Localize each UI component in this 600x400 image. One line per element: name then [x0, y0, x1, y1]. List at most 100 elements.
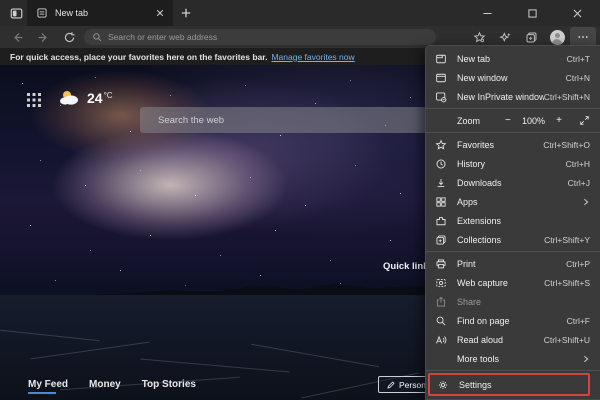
browser-window: New tab: [0, 0, 600, 400]
collections-button[interactable]: [518, 27, 544, 47]
pencil-icon: [387, 381, 395, 389]
submenu-arrow-icon: [582, 355, 590, 363]
address-input[interactable]: [108, 32, 428, 42]
menu-item-shortcut: Ctrl+H: [566, 159, 590, 169]
zoom-value: 100%: [522, 116, 545, 126]
newtab-search-input[interactable]: [158, 115, 421, 126]
menu-item-shortcut: Ctrl+Shift+U: [544, 335, 590, 345]
menu-item-apps[interactable]: Apps: [426, 192, 600, 211]
menu-item-history[interactable]: HistoryCtrl+H: [426, 154, 600, 173]
temperature-value: 24: [87, 88, 103, 108]
share-icon: [434, 295, 448, 309]
menu-item-favorites[interactable]: FavoritesCtrl+Shift+O: [426, 135, 600, 154]
menu-item-label: Collections: [457, 235, 544, 245]
feed-tab-top-stories[interactable]: Top Stories: [142, 379, 196, 394]
collections-stack-icon: [525, 31, 538, 44]
menu-item-shortcut: Ctrl+Shift+O: [543, 140, 590, 150]
menu-item-share: Share: [426, 292, 600, 311]
tab-actions-button[interactable]: [5, 0, 27, 26]
temperature-unit: °C: [104, 91, 113, 100]
print-icon: [434, 257, 448, 271]
menu-item-label: Apps: [457, 197, 582, 207]
settings-and-more-button[interactable]: [570, 27, 596, 47]
menu-item-label: New InPrivate window: [457, 92, 544, 102]
menu-item-read-aloud[interactable]: Read aloudCtrl+Shift+U: [426, 330, 600, 349]
favorites-bar-message: For quick access, place your favorites h…: [10, 52, 267, 62]
favorites-star-icon: [434, 138, 448, 152]
menu-item-new-inprivate-window[interactable]: New InPrivate windowCtrl+Shift+N: [426, 87, 600, 106]
menu-item-collections[interactable]: CollectionsCtrl+Shift+Y: [426, 230, 600, 249]
app-launcher-button[interactable]: [27, 93, 41, 107]
menu-item-label: New window: [457, 73, 566, 83]
menu-item-label: Settings: [459, 380, 578, 390]
menu-item-more-tools[interactable]: More tools: [426, 349, 600, 368]
menu-item-shortcut: Ctrl+Shift+S: [544, 278, 590, 288]
history-icon: [434, 157, 448, 171]
feed-tabs: My Feed Money Top Stories: [28, 379, 196, 394]
tab-new-tab[interactable]: New tab: [27, 0, 173, 26]
menu-item-label: Favorites: [457, 140, 543, 150]
manage-favorites-link[interactable]: Manage favorites now: [271, 52, 354, 62]
menu-separator: [426, 132, 600, 133]
settings-and-more-menu: New tabCtrl+TNew windowCtrl+NNew InPriva…: [425, 45, 600, 400]
favorites-button[interactable]: [466, 27, 492, 47]
menu-item-downloads[interactable]: DownloadsCtrl+J: [426, 173, 600, 192]
new-tab-button[interactable]: [176, 4, 196, 22]
shopping-button[interactable]: [492, 27, 518, 47]
extensions-icon: [434, 214, 448, 228]
weather-widget[interactable]: 24 °C: [58, 88, 113, 108]
back-button[interactable]: [4, 26, 30, 48]
find-icon: [434, 314, 448, 328]
profile-button[interactable]: [544, 27, 570, 47]
favorites-star-gear-icon: [473, 31, 486, 44]
feed-tab-money[interactable]: Money: [89, 379, 121, 394]
annotation-highlight-box: Settings: [428, 373, 590, 396]
forward-button[interactable]: [30, 26, 56, 48]
newtab-search-box[interactable]: [140, 107, 450, 133]
menu-item-label: Share: [457, 297, 590, 307]
menu-item-label: More tools: [457, 354, 582, 364]
starfield: [0, 65, 1, 66]
settings-gear-icon: [436, 378, 450, 392]
collections-icon: [434, 233, 448, 247]
menu-item-new-window[interactable]: New windowCtrl+N: [426, 68, 600, 87]
grid-icon: [27, 93, 41, 107]
inprivate-icon: [434, 90, 448, 104]
menu-item-settings[interactable]: Settings: [430, 375, 588, 394]
zoom-in-button[interactable]: +: [552, 115, 566, 126]
search-icon: [92, 32, 102, 42]
refresh-button[interactable]: [56, 26, 82, 48]
address-bar[interactable]: [84, 29, 436, 45]
menu-item-label: History: [457, 159, 566, 169]
new-tab-icon: [434, 52, 448, 66]
minimize-button[interactable]: [465, 0, 510, 26]
menu-item-find-on-page[interactable]: Find on pageCtrl+F: [426, 311, 600, 330]
partly-cloudy-icon: [58, 88, 82, 108]
menu-separator: [426, 251, 600, 252]
web-capture-icon: [434, 276, 448, 290]
menu-item-label: Extensions: [457, 216, 590, 226]
menu-item-label: Web capture: [457, 278, 544, 288]
menu-item-web-capture[interactable]: Web captureCtrl+Shift+S: [426, 273, 600, 292]
tab-close-button[interactable]: [153, 6, 167, 20]
maximize-button[interactable]: [510, 0, 555, 26]
new-window-icon: [434, 71, 448, 85]
menu-item-extensions[interactable]: Extensions: [426, 211, 600, 230]
zoom-out-button[interactable]: −: [501, 115, 515, 126]
menu-item-shortcut: Ctrl+T: [567, 54, 590, 64]
menu-item-shortcut: Ctrl+N: [566, 73, 590, 83]
menu-item-label: Print: [457, 259, 566, 269]
menu-item-shortcut: Ctrl+Shift+N: [544, 92, 590, 102]
menu-item-zoom[interactable]: Zoom−100%+: [426, 111, 600, 130]
menu-item-print[interactable]: PrintCtrl+P: [426, 254, 600, 273]
fullscreen-icon[interactable]: [579, 115, 590, 126]
apps-icon: [434, 195, 448, 209]
menu-item-label: Downloads: [457, 178, 568, 188]
feed-tab-my-feed[interactable]: My Feed: [28, 379, 68, 394]
close-window-button[interactable]: [555, 0, 600, 26]
read-aloud-icon: [434, 333, 448, 347]
menu-item-new-tab[interactable]: New tabCtrl+T: [426, 49, 600, 68]
menu-separator: [426, 108, 600, 109]
tab-actions-icon: [10, 7, 23, 20]
ellipsis-icon: [577, 31, 589, 43]
